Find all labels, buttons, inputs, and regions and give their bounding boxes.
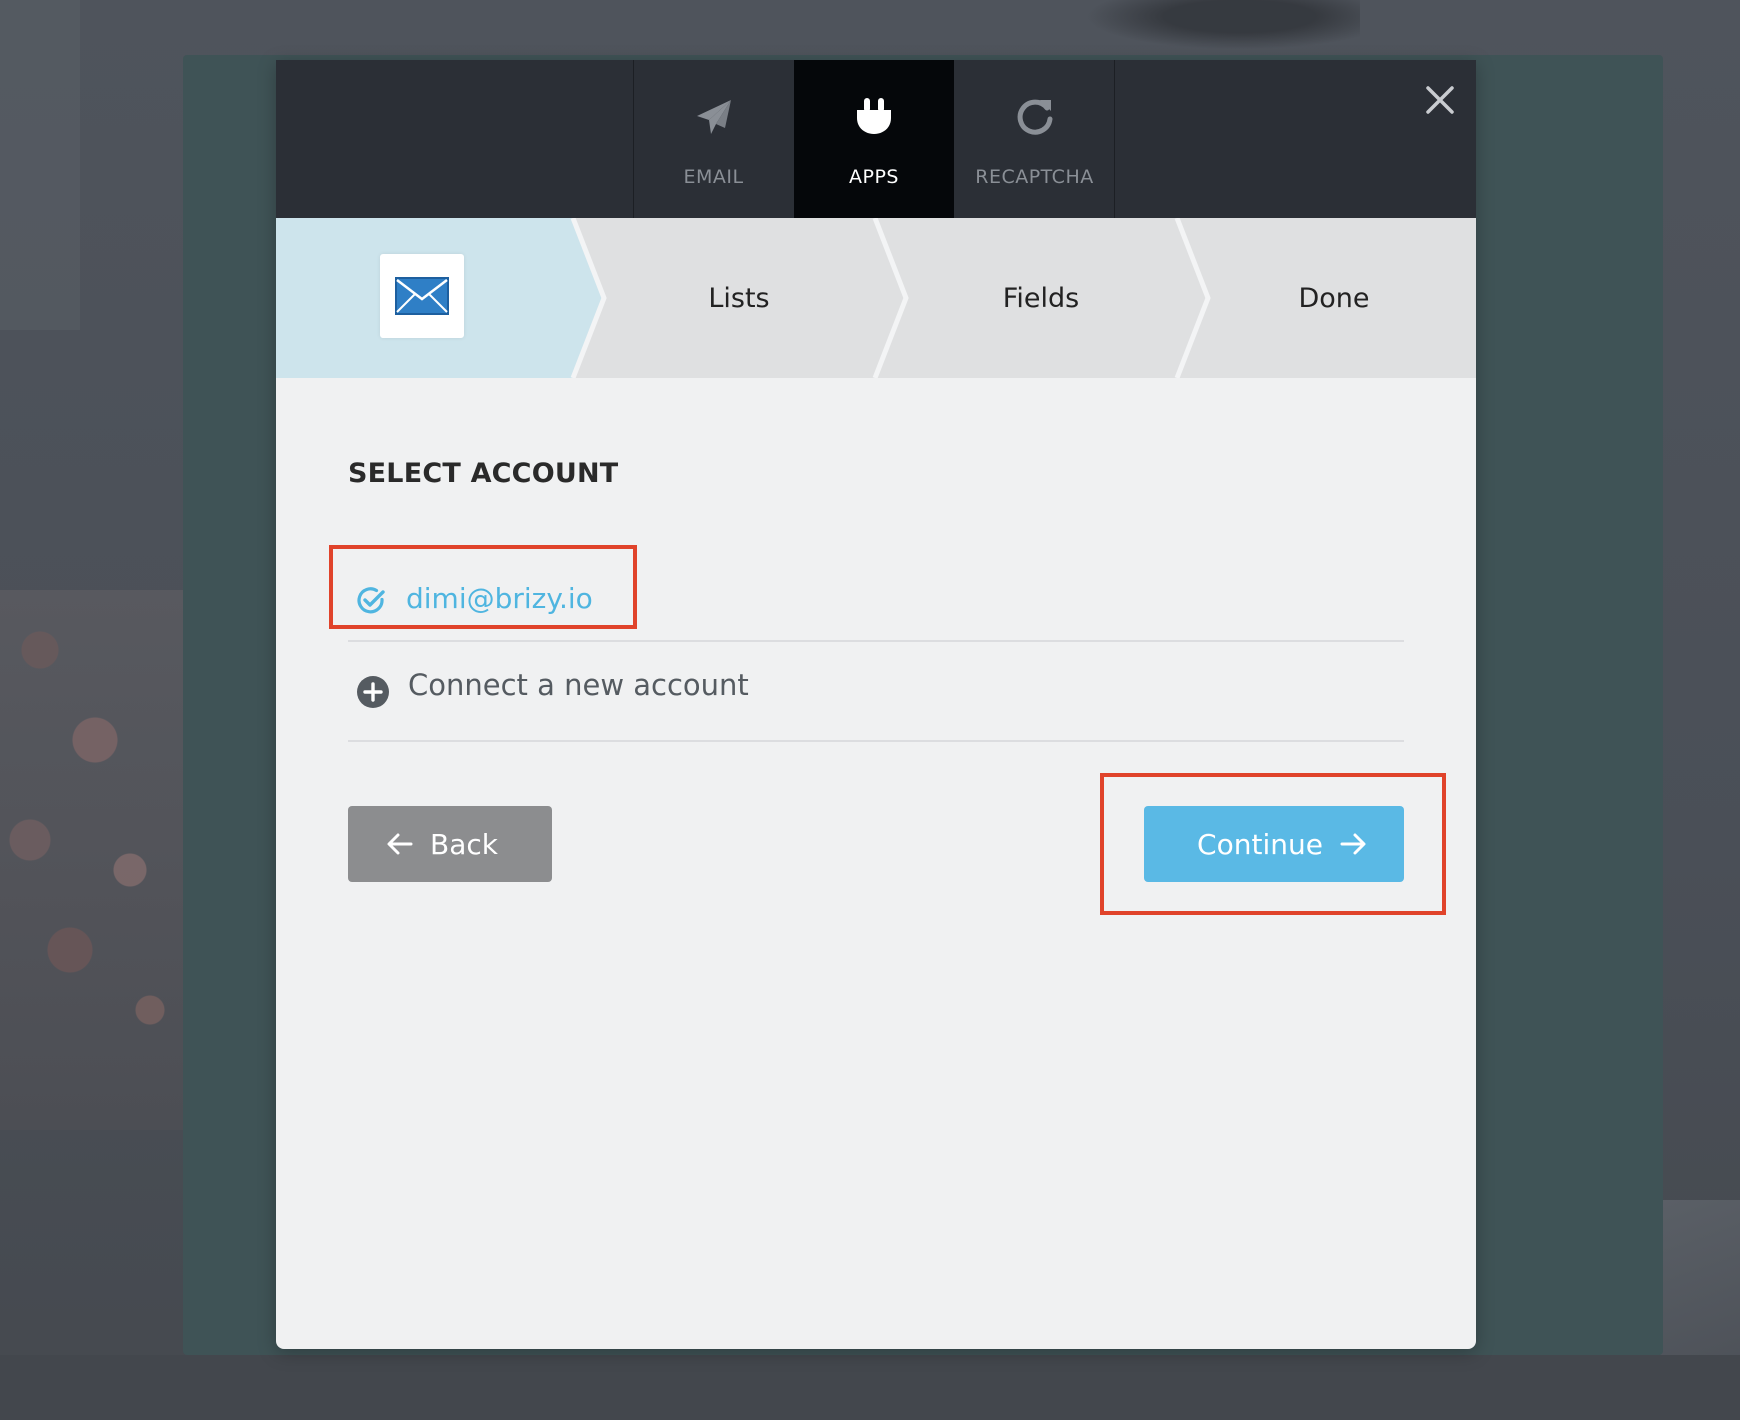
tab-recaptcha-label: RECAPTCHA <box>975 166 1094 188</box>
check-circle-icon <box>357 587 385 614</box>
step-progress: Lists Fields Done <box>276 218 1476 378</box>
tab-apps-label: APPS <box>849 166 899 188</box>
background-window-pane <box>0 0 80 330</box>
step-fields[interactable]: Fields <box>890 218 1192 378</box>
account-email: dimi@brizy.io <box>406 582 593 615</box>
envelope-icon <box>395 277 449 315</box>
close-icon[interactable] <box>1420 80 1460 120</box>
integration-modal: EMAIL APPS RECAPTCHA Lists Fields Done S… <box>276 60 1476 1349</box>
account-option[interactable]: dimi@brizy.io <box>348 560 1404 642</box>
page-title: SELECT ACCOUNT <box>348 458 619 489</box>
arrow-right-icon <box>1340 833 1366 855</box>
background-floor <box>0 1355 1740 1420</box>
plus-circle-icon <box>357 676 389 708</box>
arrow-left-icon <box>387 833 413 855</box>
back-button-label: Back <box>430 827 498 861</box>
connect-account-label: Connect a new account <box>408 668 749 702</box>
step-done[interactable]: Done <box>1192 218 1476 378</box>
tab-apps[interactable]: APPS <box>794 60 954 218</box>
step-lists[interactable]: Lists <box>588 218 890 378</box>
paper-plane-icon <box>696 100 731 134</box>
refresh-icon <box>1017 99 1052 135</box>
connect-account-option[interactable]: Connect a new account <box>348 640 1404 742</box>
modal-tab-bar: EMAIL APPS RECAPTCHA <box>276 60 1476 218</box>
continue-button[interactable]: Continue <box>1144 806 1404 882</box>
tab-recaptcha[interactable]: RECAPTCHA <box>955 60 1115 218</box>
background-flowers <box>0 590 185 1130</box>
back-button[interactable]: Back <box>348 806 552 882</box>
step-account[interactable] <box>380 254 464 338</box>
plug-icon <box>857 98 891 134</box>
tab-email-label: EMAIL <box>683 166 744 188</box>
tab-email[interactable]: EMAIL <box>633 60 793 218</box>
continue-button-label: Continue <box>1197 827 1323 861</box>
background-branch <box>1060 0 1360 55</box>
